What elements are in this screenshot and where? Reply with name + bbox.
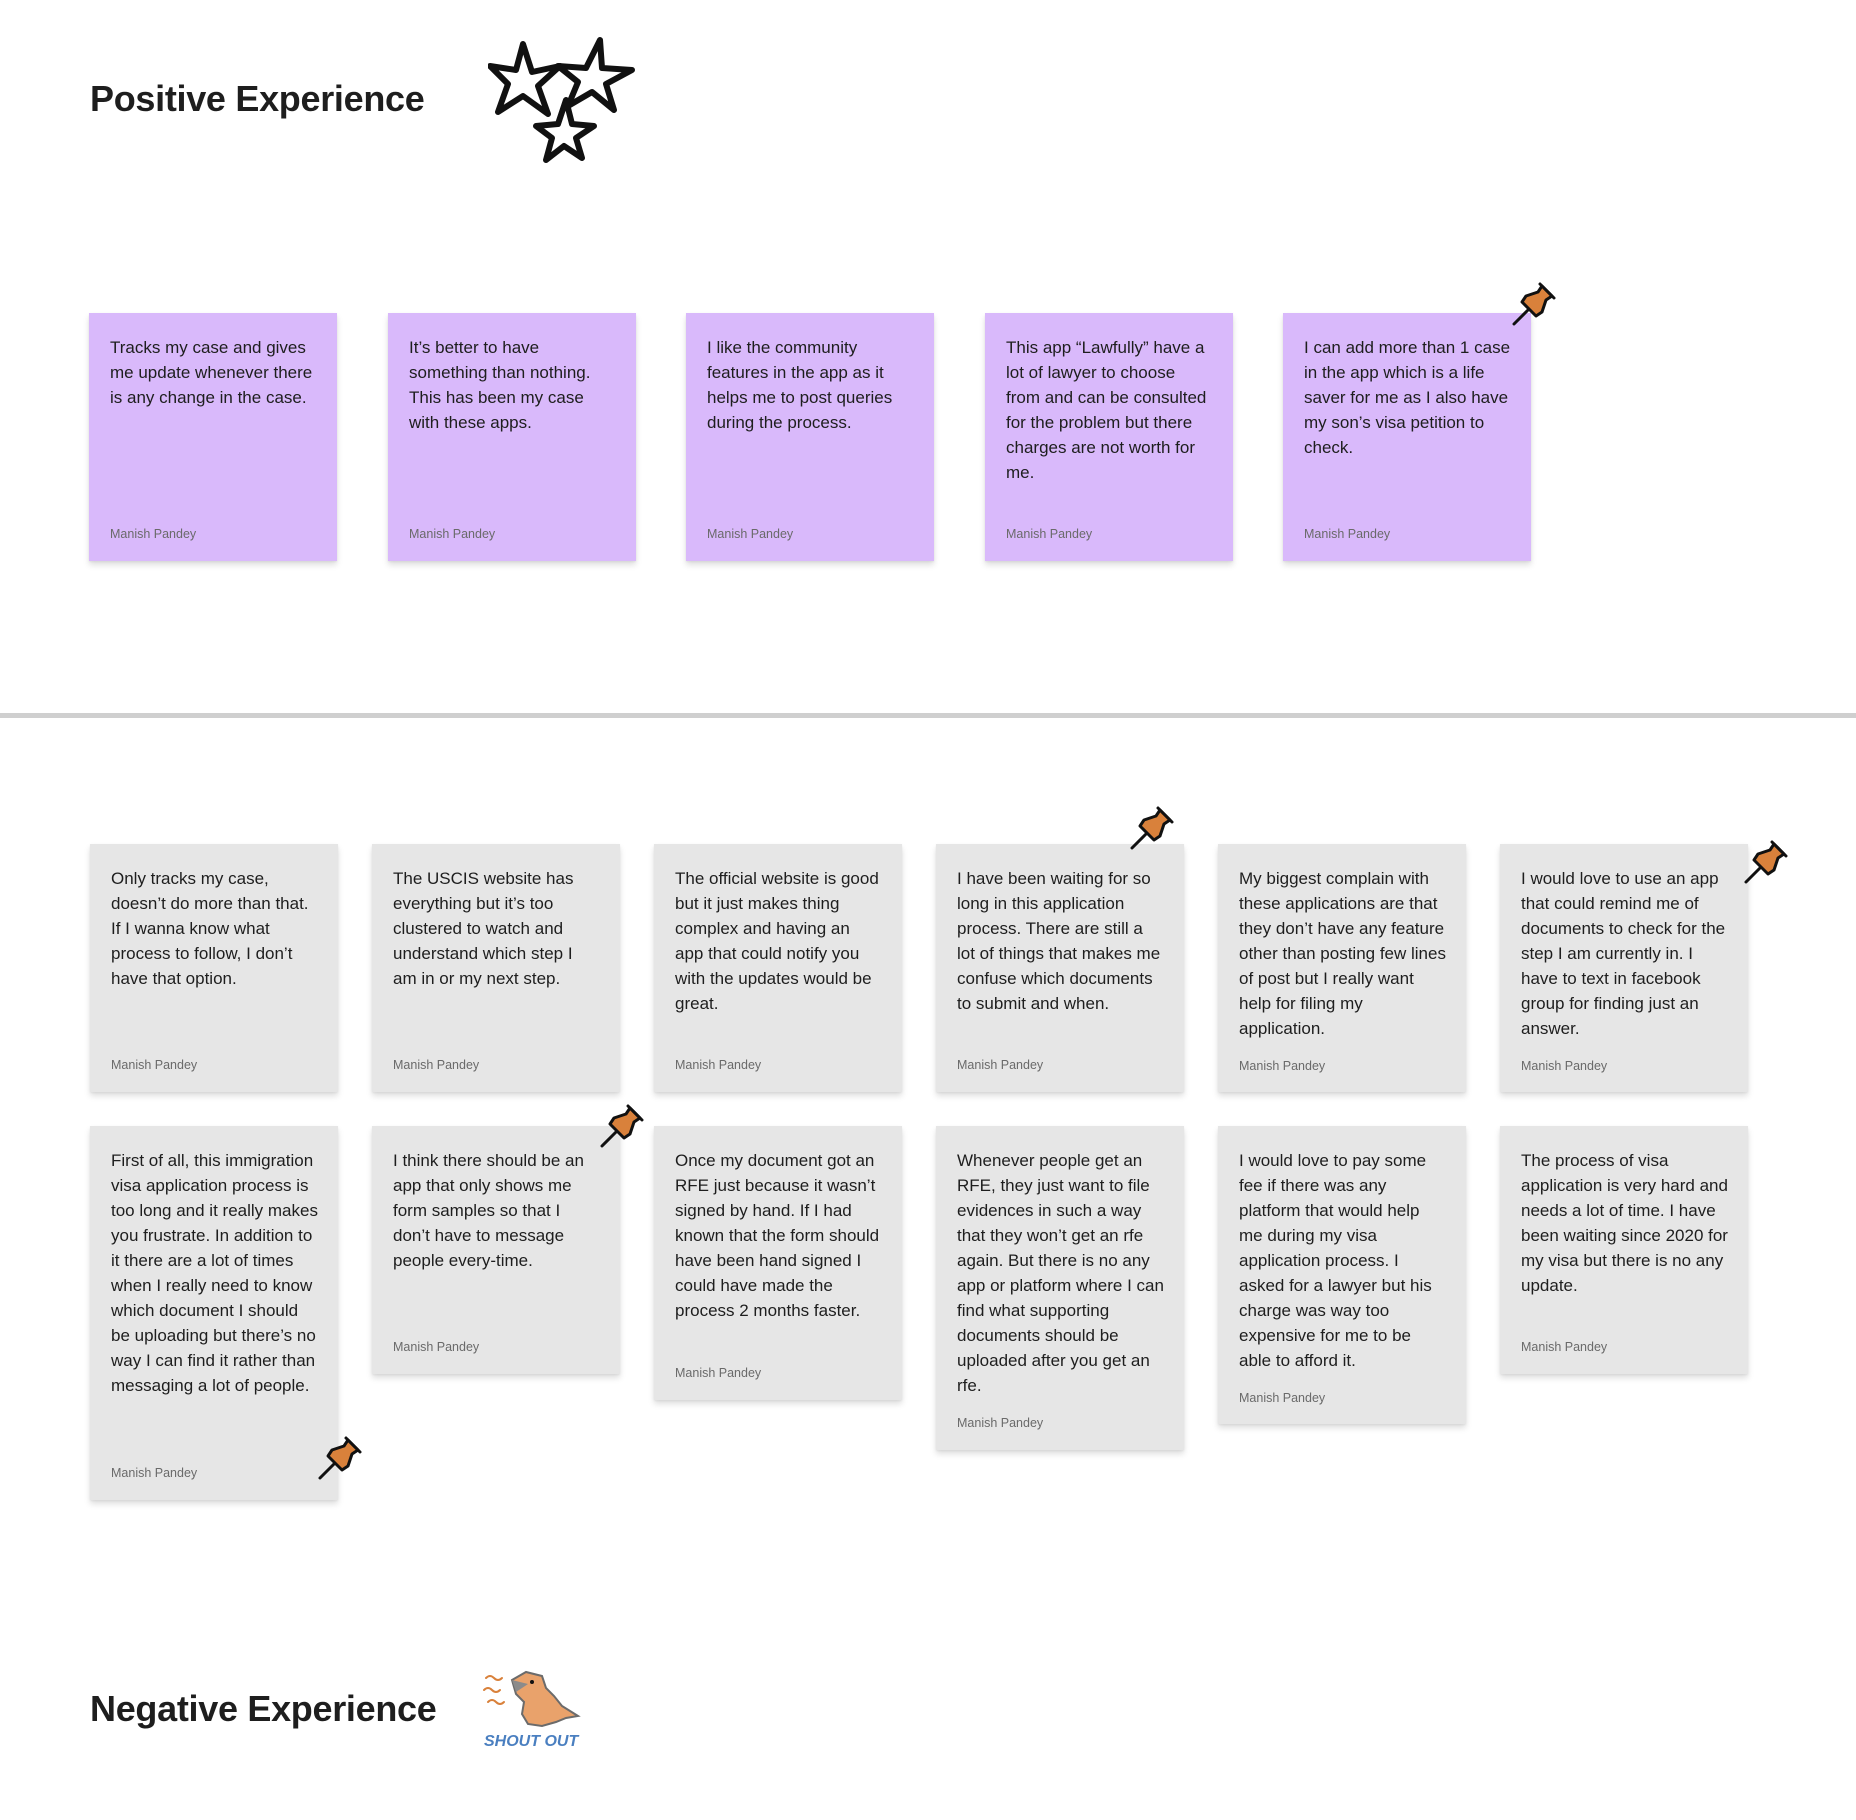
push-pin-icon[interactable] [594,1098,650,1154]
note-text: I would love to use an app that could re… [1521,869,1726,1038]
note-author: Manish Pandey [1521,1340,1608,1354]
note-author: Manish Pandey [675,1058,762,1072]
section-divider [0,713,1856,718]
note-text: The process of visa application is very … [1521,1151,1728,1295]
note-author: Manish Pandey [111,1466,198,1480]
note-author: Manish Pandey [1006,527,1093,541]
negative-note-3[interactable]: The official website is good but it just… [654,844,902,1092]
note-text: I would love to pay some fee if there wa… [1239,1151,1432,1370]
negative-note-6[interactable]: I would love to use an app that could re… [1500,844,1748,1092]
shout-out-dinosaur-sticker: SHOUT OUT [483,1670,581,1750]
note-author: Manish Pandey [1239,1391,1326,1405]
note-author: Manish Pandey [1239,1059,1326,1073]
note-text: I have been waiting for so long in this … [957,869,1161,1013]
note-text: Only tracks my case, doesn’t do more tha… [111,869,309,988]
positive-note-4[interactable]: This app “Lawfully” have a lot of lawyer… [985,313,1233,561]
negative-note-4[interactable]: I have been waiting for so long in this … [936,844,1184,1092]
note-text: The official website is good but it just… [675,869,879,1013]
note-text: It’s better to have something than nothi… [409,338,591,432]
note-author: Manish Pandey [409,527,496,541]
positive-note-3[interactable]: I like the community features in the app… [686,313,934,561]
negative-note-9[interactable]: Once my document got an RFE just because… [654,1126,902,1400]
push-pin-icon[interactable] [1738,834,1794,890]
note-text: Once my document got an RFE just because… [675,1151,880,1320]
negative-note-2[interactable]: The USCIS website has everything but it’… [372,844,620,1092]
negative-note-5[interactable]: My biggest complain with these applicati… [1218,844,1466,1092]
note-text: Tracks my case and gives me update whene… [110,338,313,407]
negative-note-12[interactable]: The process of visa application is very … [1500,1126,1748,1374]
note-text: Whenever people get an RFE, they just wa… [957,1151,1164,1395]
positive-note-5[interactable]: I can add more than 1 case in the app wh… [1283,313,1531,561]
note-text: I can add more than 1 case in the app wh… [1304,338,1511,457]
sticker-label: SHOUT OUT [484,1733,579,1750]
negative-note-8[interactable]: I think there should be an app that only… [372,1126,620,1374]
negative-note-1[interactable]: Only tracks my case, doesn’t do more tha… [90,844,338,1092]
note-author: Manish Pandey [707,527,794,541]
note-author: Manish Pandey [393,1340,480,1354]
note-text: This app “Lawfully” have a lot of lawyer… [1006,338,1207,482]
positive-section-title: Positive Experience [90,78,425,119]
note-author: Manish Pandey [110,527,197,541]
note-text: First of all, this immigration visa appl… [111,1151,318,1395]
note-text: My biggest complain with these applicati… [1239,869,1446,1038]
note-author: Manish Pandey [1521,1059,1608,1073]
note-text: The USCIS website has everything but it’… [393,869,574,988]
note-text: I think there should be an app that only… [393,1151,584,1270]
positive-note-2[interactable]: It’s better to have something than nothi… [388,313,636,561]
push-pin-icon[interactable] [312,1430,368,1486]
note-author: Manish Pandey [111,1058,198,1072]
negative-section-title: Negative Experience [90,1688,437,1729]
negative-note-10[interactable]: Whenever people get an RFE, they just wa… [936,1126,1184,1450]
note-author: Manish Pandey [957,1058,1044,1072]
note-author: Manish Pandey [675,1366,762,1380]
note-author: Manish Pandey [957,1416,1044,1430]
note-text: I like the community features in the app… [707,338,893,432]
note-author: Manish Pandey [1304,527,1391,541]
note-author: Manish Pandey [393,1058,480,1072]
negative-note-7[interactable]: First of all, this immigration visa appl… [90,1126,338,1500]
push-pin-icon[interactable] [1506,276,1562,332]
hand-drawn-stars-icon [488,37,635,163]
push-pin-icon[interactable] [1124,800,1180,856]
positive-note-1[interactable]: Tracks my case and gives me update whene… [89,313,337,561]
negative-note-11[interactable]: I would love to pay some fee if there wa… [1218,1126,1466,1424]
